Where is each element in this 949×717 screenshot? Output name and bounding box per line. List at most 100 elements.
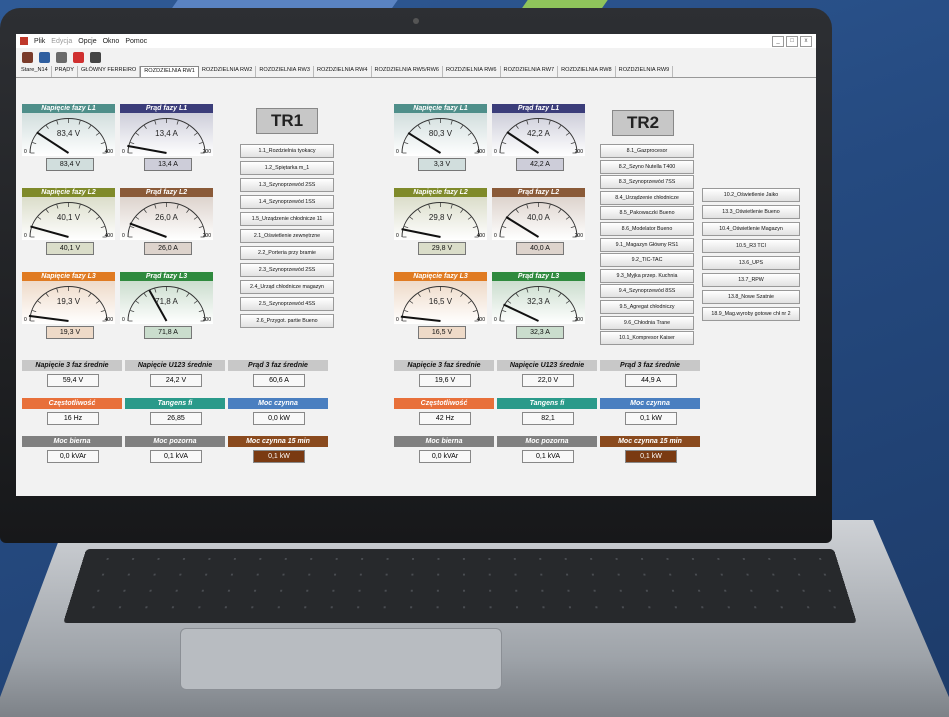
keyboard bbox=[63, 548, 857, 624]
tab-11[interactable]: ROZDZIELNIA RW9 bbox=[616, 66, 674, 77]
tr2-circuit-button[interactable]: 8.4_Urządzenie chłodnicze bbox=[600, 190, 694, 205]
tr2-circuit-button[interactable]: 13.8_Nowe Szatnie bbox=[702, 290, 800, 304]
tr1-summary-value: 59,4 V bbox=[47, 374, 99, 387]
gauge-reading: 32,3 A bbox=[527, 297, 550, 306]
tr2-circuit-button[interactable]: 9.4_Szynoprzewód 8SS bbox=[600, 284, 694, 299]
tab-1[interactable]: PRĄDY bbox=[52, 66, 79, 77]
gauge-reading: 83,4 V bbox=[56, 129, 81, 138]
tab-3[interactable]: ROZDZIELNIA RW1 bbox=[140, 66, 199, 77]
menu-pomoc[interactable]: Pomoc bbox=[125, 38, 147, 45]
tr2-circuit-button[interactable]: 9.5_Agregat chłodniczy bbox=[600, 300, 694, 314]
tr2-gauge-value: 3,3 V bbox=[418, 158, 466, 171]
laptop-lid: Plik Edycja Opcje Okno Pomoc _ □ x Stare_N14… bbox=[0, 8, 832, 543]
tr2-circuit-button[interactable]: 13.3_Oświetlenie Bueno bbox=[702, 205, 800, 219]
user-icon[interactable] bbox=[90, 51, 101, 63]
tab-5[interactable]: ROZDZIELNIA RW3 bbox=[256, 66, 314, 77]
tr2-circuit-button[interactable]: 10.1_Kompresor Kaiser bbox=[600, 331, 694, 346]
tr2-summary-value: 82,1 bbox=[522, 412, 574, 425]
gauge-min: 0 bbox=[24, 317, 27, 323]
tr2-circuit-button[interactable]: 9.3_Myjka przep. Kuchnia bbox=[600, 268, 694, 283]
tr1-circuit-button[interactable]: 2.2_Porteria przy bramie bbox=[240, 246, 334, 260]
tr1-gauge-5: Prąd fazy L3 71,8 A 0 200 bbox=[120, 272, 213, 324]
tr2-circuit-button[interactable]: 8.1_Gazprocesor bbox=[600, 144, 694, 158]
bar-icon[interactable] bbox=[56, 51, 67, 63]
gauge-face: 13,4 A 0 200 bbox=[120, 113, 213, 156]
maximize-button[interactable]: □ bbox=[786, 35, 798, 47]
tr1-circuit-button[interactable]: 1.5_Urządzenie chłodnicze 11 bbox=[240, 212, 334, 226]
tr2-circuit-button[interactable]: 10.4_Oświetlenie Magazyn bbox=[702, 222, 800, 236]
tr2-circuit-button[interactable]: 8.2_Szyno Nutella T400 bbox=[600, 159, 694, 174]
tr2-summary-label: Moc czynna 15 min bbox=[600, 436, 700, 447]
menu-okno[interactable]: Okno bbox=[103, 38, 120, 45]
gauge-max: 200 bbox=[574, 149, 583, 155]
gauge-title: Napięcie fazy L2 bbox=[394, 188, 487, 197]
tr1-gauge-value: 71,8 A bbox=[144, 326, 192, 339]
tr2-circuit-button[interactable]: 8.6_Modelator Bueno bbox=[600, 222, 694, 236]
menu-bar: Plik Edycja Opcje Okno Pomoc _ □ x bbox=[16, 34, 816, 48]
gauge-min: 0 bbox=[396, 149, 399, 155]
gauge-reading: 16,5 V bbox=[428, 297, 453, 306]
menu-edycja[interactable]: Edycja bbox=[51, 38, 72, 45]
tab-6[interactable]: ROZDZIELNIA RW4 bbox=[314, 66, 372, 77]
tr1-circuit-button[interactable]: 1.1_Rozdzielnia tyokacy bbox=[240, 144, 334, 158]
menu-plik[interactable]: Plik bbox=[34, 38, 45, 45]
tr2-circuit-button[interactable]: 9.1_Magazyn Główny RS1 bbox=[600, 237, 694, 252]
tab-7[interactable]: ROZDZIELNIA RW5/RW6 bbox=[372, 66, 443, 77]
gauge-reading: 80,3 V bbox=[428, 129, 453, 138]
tr2-summary-label: Tangens fi bbox=[497, 398, 597, 409]
gauge-title: Napięcie fazy L3 bbox=[394, 272, 487, 281]
gauge-title: Prąd fazy L3 bbox=[120, 272, 213, 281]
tr2-circuit-button[interactable]: 8.5_Pakowaczki Bueno bbox=[600, 206, 694, 221]
tab-9[interactable]: ROZDZIELNIA RW7 bbox=[501, 66, 559, 77]
tab-8[interactable]: ROZDZIELNIA RW6 bbox=[443, 66, 501, 77]
menu-opcje[interactable]: Opcje bbox=[78, 38, 96, 45]
gauge-needle bbox=[401, 228, 441, 238]
tr2-circuit-button[interactable]: 10.2_Oświetlenie Jaiko bbox=[702, 188, 800, 202]
tab-10[interactable]: ROZDZIELNIA RW8 bbox=[558, 66, 616, 77]
tr1-circuit-button[interactable]: 1.3_Szynoprzewód 2SS bbox=[240, 178, 334, 192]
tr1-gauge-value: 19,3 V bbox=[46, 326, 94, 339]
tab-4[interactable]: ROZDZIELNIA RW2 bbox=[199, 66, 257, 77]
tr2-gauge-value: 16,5 V bbox=[418, 326, 466, 339]
tr2-circuit-button[interactable]: 9.6_Chłodnia Trane bbox=[600, 315, 694, 330]
gauge-max: 400 bbox=[476, 233, 485, 239]
gauge-max: 200 bbox=[202, 317, 211, 323]
tr1-circuit-button[interactable]: 1.2_Spiętarka m_1 bbox=[240, 161, 334, 175]
tab-0[interactable]: Stare_N14 bbox=[18, 66, 52, 77]
gauge-min: 0 bbox=[396, 233, 399, 239]
tr1-gauge-2: Napięcie fazy L2 40,1 V 0 400 bbox=[22, 188, 115, 240]
gauge-face: 80,3 V 0 400 bbox=[394, 113, 487, 156]
tr2-circuit-button[interactable]: 10.5_R3 TCI bbox=[702, 239, 800, 253]
tr1-circuit-button[interactable]: 2.5_Szynoprzewód 4SS bbox=[240, 297, 334, 311]
tr1-summary-label: Częstotliwość bbox=[22, 398, 122, 409]
tab-2[interactable]: GŁÓWNY FERREIRO bbox=[78, 66, 141, 77]
touchpad bbox=[180, 628, 502, 690]
tr2-circuit-button[interactable]: 8.3_Szynoprzewód 7SS bbox=[600, 175, 694, 190]
tr1-circuit-button[interactable]: 2.1_Oświetlenie zewnętrzne bbox=[240, 229, 334, 243]
pin-icon[interactable] bbox=[73, 51, 84, 63]
tr1-summary-label: Moc czynna bbox=[228, 398, 328, 409]
tr1-circuit-button[interactable]: 2.6_Przygot. partie Bueno bbox=[240, 314, 334, 328]
minimize-button[interactable]: _ bbox=[772, 35, 784, 47]
tr2-circuit-button[interactable]: 9.2_TIC-TAC bbox=[600, 253, 694, 268]
close-button[interactable]: x bbox=[800, 35, 812, 47]
tr2-summary-label: Moc czynna bbox=[600, 398, 700, 409]
tr1-gauge-3: Prąd fazy L2 26,0 A 0 200 bbox=[120, 188, 213, 240]
gauge-max: 400 bbox=[104, 149, 113, 155]
tr1-gauge-4: Napięcie fazy L3 19,3 V 0 400 bbox=[22, 272, 115, 324]
chart-icon[interactable] bbox=[22, 51, 33, 63]
gauge-reading: 40,1 V bbox=[56, 213, 81, 222]
gauge-face: 26,0 A 0 200 bbox=[120, 197, 213, 240]
gauge-max: 400 bbox=[104, 233, 113, 239]
gauge-needle bbox=[503, 303, 539, 322]
tr2-circuit-button[interactable]: 18.9_Mag.wyroby gotowe chł nr 2 bbox=[702, 307, 800, 321]
tr1-circuit-button[interactable]: 2.3_Szynoprzewód 2SS bbox=[240, 263, 334, 277]
tr2-circuit-button[interactable]: 13.7_RPW bbox=[702, 273, 800, 287]
tr1-circuit-button[interactable]: 2.4_Urząd chłodnicze magazyn bbox=[240, 280, 334, 294]
tr1-summary-value: 26,85 bbox=[150, 412, 202, 425]
tr2-circuit-button[interactable]: 13.6_UPS bbox=[702, 256, 800, 270]
tr1-circuit-button[interactable]: 1.4_Szynoprzewód 1SS bbox=[240, 195, 334, 209]
gauge-reading: 13,4 A bbox=[155, 129, 178, 138]
trend-icon[interactable] bbox=[39, 51, 50, 63]
gauge-max: 200 bbox=[574, 233, 583, 239]
